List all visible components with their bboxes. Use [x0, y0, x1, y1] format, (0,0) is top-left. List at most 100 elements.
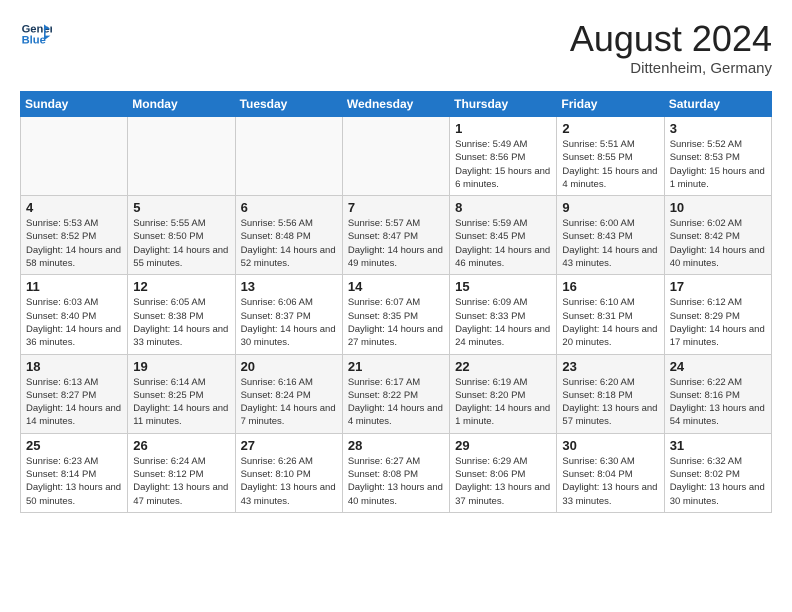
calendar-cell: 1 Sunrise: 5:49 AM Sunset: 8:56 PM Daylig…	[450, 117, 557, 196]
day-number: 17	[670, 279, 766, 294]
calendar-cell: 30 Sunrise: 6:30 AM Sunset: 8:04 PM Dayli…	[557, 433, 664, 512]
cell-content: Sunrise: 6:14 AM Sunset: 8:25 PM Dayligh…	[133, 376, 229, 429]
calendar-cell	[128, 117, 235, 196]
cell-content: Sunrise: 5:56 AM Sunset: 8:48 PM Dayligh…	[241, 217, 337, 270]
cell-content: Sunrise: 6:05 AM Sunset: 8:38 PM Dayligh…	[133, 296, 229, 349]
cell-content: Sunrise: 6:09 AM Sunset: 8:33 PM Dayligh…	[455, 296, 551, 349]
header: General Blue August 2024 Dittenheim, Ger…	[20, 18, 772, 77]
day-header-tuesday: Tuesday	[235, 92, 342, 117]
day-number: 28	[348, 438, 444, 453]
day-number: 6	[241, 200, 337, 215]
cell-content: Sunrise: 6:02 AM Sunset: 8:42 PM Dayligh…	[670, 217, 766, 270]
day-number: 11	[26, 279, 122, 294]
calendar-cell: 28 Sunrise: 6:27 AM Sunset: 8:08 PM Dayli…	[342, 433, 449, 512]
calendar-cell: 10Sunrise: 6:02 AM Sunset: 8:42 PM Dayli…	[664, 196, 771, 275]
day-number: 8	[455, 200, 551, 215]
cell-content: Sunrise: 6:13 AM Sunset: 8:27 PM Dayligh…	[26, 376, 122, 429]
page: General Blue August 2024 Dittenheim, Ger…	[0, 0, 792, 523]
cell-content: Sunrise: 6:26 AM Sunset: 8:10 PM Dayligh…	[241, 455, 337, 508]
svg-text:General: General	[22, 23, 52, 35]
calendar-cell: 27 Sunrise: 6:26 AM Sunset: 8:10 PM Dayli…	[235, 433, 342, 512]
cell-content: Sunrise: 5:51 AM Sunset: 8:55 PM Dayligh…	[562, 138, 658, 191]
calendar-cell	[235, 117, 342, 196]
svg-text:Blue: Blue	[22, 35, 46, 47]
calendar-cell: 26 Sunrise: 6:24 AM Sunset: 8:12 PM Dayli…	[128, 433, 235, 512]
calendar-cell: 29 Sunrise: 6:29 AM Sunset: 8:06 PM Dayli…	[450, 433, 557, 512]
calendar-cell	[342, 117, 449, 196]
cell-content: Sunrise: 6:03 AM Sunset: 8:40 PM Dayligh…	[26, 296, 122, 349]
logo-icon: General Blue	[20, 18, 52, 50]
calendar-cell: 2 Sunrise: 5:51 AM Sunset: 8:55 PM Daylig…	[557, 117, 664, 196]
day-number: 30	[562, 438, 658, 453]
calendar-cell: 11 Sunrise: 6:03 AM Sunset: 8:40 PM Dayli…	[21, 275, 128, 354]
calendar-cell: 3Sunrise: 5:52 AM Sunset: 8:53 PM Daylig…	[664, 117, 771, 196]
cell-content: Sunrise: 6:20 AM Sunset: 8:18 PM Dayligh…	[562, 376, 658, 429]
cell-content: Sunrise: 6:24 AM Sunset: 8:12 PM Dayligh…	[133, 455, 229, 508]
day-number: 18	[26, 359, 122, 374]
calendar-cell: 25Sunrise: 6:23 AM Sunset: 8:14 PM Dayli…	[21, 433, 128, 512]
calendar-cell: 22 Sunrise: 6:19 AM Sunset: 8:20 PM Dayli…	[450, 354, 557, 433]
calendar-header-row: SundayMondayTuesdayWednesdayThursdayFrid…	[21, 92, 772, 117]
day-number: 22	[455, 359, 551, 374]
calendar-cell: 5 Sunrise: 5:55 AM Sunset: 8:50 PM Daylig…	[128, 196, 235, 275]
cell-content: Sunrise: 6:10 AM Sunset: 8:31 PM Dayligh…	[562, 296, 658, 349]
day-header-monday: Monday	[128, 92, 235, 117]
cell-content: Sunrise: 6:00 AM Sunset: 8:43 PM Dayligh…	[562, 217, 658, 270]
day-number: 15	[455, 279, 551, 294]
day-number: 27	[241, 438, 337, 453]
location-subtitle: Dittenheim, Germany	[570, 60, 772, 77]
day-number: 1	[455, 121, 551, 136]
cell-content: Sunrise: 5:49 AM Sunset: 8:56 PM Dayligh…	[455, 138, 551, 191]
calendar-cell: 6 Sunrise: 5:56 AM Sunset: 8:48 PM Daylig…	[235, 196, 342, 275]
cell-content: Sunrise: 6:27 AM Sunset: 8:08 PM Dayligh…	[348, 455, 444, 508]
day-number: 14	[348, 279, 444, 294]
cell-content: Sunrise: 6:29 AM Sunset: 8:06 PM Dayligh…	[455, 455, 551, 508]
week-row-3: 11 Sunrise: 6:03 AM Sunset: 8:40 PM Dayli…	[21, 275, 772, 354]
cell-content: Sunrise: 6:17 AM Sunset: 8:22 PM Dayligh…	[348, 376, 444, 429]
calendar-cell	[21, 117, 128, 196]
day-number: 26	[133, 438, 229, 453]
day-number: 29	[455, 438, 551, 453]
calendar-cell: 23 Sunrise: 6:20 AM Sunset: 8:18 PM Dayli…	[557, 354, 664, 433]
day-number: 3	[670, 121, 766, 136]
calendar-cell: 12 Sunrise: 6:05 AM Sunset: 8:38 PM Dayli…	[128, 275, 235, 354]
cell-content: Sunrise: 5:57 AM Sunset: 8:47 PM Dayligh…	[348, 217, 444, 270]
calendar-cell: 8 Sunrise: 5:59 AM Sunset: 8:45 PM Daylig…	[450, 196, 557, 275]
day-header-saturday: Saturday	[664, 92, 771, 117]
day-number: 13	[241, 279, 337, 294]
day-number: 23	[562, 359, 658, 374]
week-row-1: 1 Sunrise: 5:49 AM Sunset: 8:56 PM Daylig…	[21, 117, 772, 196]
calendar-cell: 24Sunrise: 6:22 AM Sunset: 8:16 PM Dayli…	[664, 354, 771, 433]
title-area: August 2024 Dittenheim, Germany	[570, 18, 772, 77]
cell-content: Sunrise: 5:55 AM Sunset: 8:50 PM Dayligh…	[133, 217, 229, 270]
calendar-cell: 18 Sunrise: 6:13 AM Sunset: 8:27 PM Dayli…	[21, 354, 128, 433]
cell-content: Sunrise: 6:12 AM Sunset: 8:29 PM Dayligh…	[670, 296, 766, 349]
calendar-table: SundayMondayTuesdayWednesdayThursdayFrid…	[20, 91, 772, 513]
week-row-4: 18 Sunrise: 6:13 AM Sunset: 8:27 PM Dayli…	[21, 354, 772, 433]
day-number: 19	[133, 359, 229, 374]
day-header-thursday: Thursday	[450, 92, 557, 117]
cell-content: Sunrise: 6:30 AM Sunset: 8:04 PM Dayligh…	[562, 455, 658, 508]
calendar-cell: 4 Sunrise: 5:53 AM Sunset: 8:52 PM Daylig…	[21, 196, 128, 275]
day-number: 25	[26, 438, 122, 453]
calendar-cell: 21 Sunrise: 6:17 AM Sunset: 8:22 PM Dayli…	[342, 354, 449, 433]
day-header-wednesday: Wednesday	[342, 92, 449, 117]
calendar-cell: 17 Sunrise: 6:12 AM Sunset: 8:29 PM Dayli…	[664, 275, 771, 354]
day-number: 7	[348, 200, 444, 215]
day-number: 31	[670, 438, 766, 453]
cell-content: Sunrise: 6:32 AM Sunset: 8:02 PM Dayligh…	[670, 455, 766, 508]
day-number: 12	[133, 279, 229, 294]
week-row-5: 25Sunrise: 6:23 AM Sunset: 8:14 PM Dayli…	[21, 433, 772, 512]
cell-content: Sunrise: 6:07 AM Sunset: 8:35 PM Dayligh…	[348, 296, 444, 349]
calendar-cell: 7 Sunrise: 5:57 AM Sunset: 8:47 PM Daylig…	[342, 196, 449, 275]
calendar-cell: 31 Sunrise: 6:32 AM Sunset: 8:02 PM Dayli…	[664, 433, 771, 512]
day-number: 9	[562, 200, 658, 215]
day-number: 4	[26, 200, 122, 215]
cell-content: Sunrise: 5:53 AM Sunset: 8:52 PM Dayligh…	[26, 217, 122, 270]
calendar-cell: 13Sunrise: 6:06 AM Sunset: 8:37 PM Dayli…	[235, 275, 342, 354]
day-number: 5	[133, 200, 229, 215]
cell-content: Sunrise: 5:59 AM Sunset: 8:45 PM Dayligh…	[455, 217, 551, 270]
day-number: 21	[348, 359, 444, 374]
day-number: 2	[562, 121, 658, 136]
cell-content: Sunrise: 6:19 AM Sunset: 8:20 PM Dayligh…	[455, 376, 551, 429]
